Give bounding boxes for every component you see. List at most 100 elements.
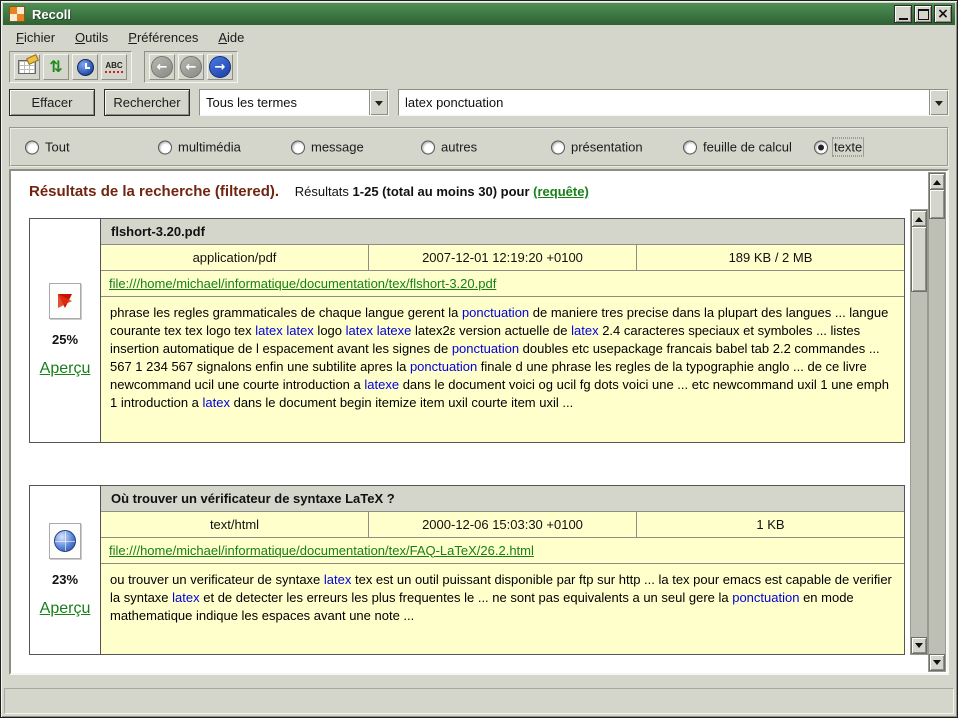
- search-button[interactable]: Rechercher: [104, 89, 190, 116]
- result-item-2: 23% Aperçu Où trouver un vérificateur de…: [29, 485, 905, 656]
- radio-circle: [158, 140, 172, 154]
- query-combo[interactable]: [398, 89, 949, 116]
- search-mode-select[interactable]: Tous les termes: [199, 89, 389, 116]
- recoll-window: Recoll × Fichier Outils Préférences Aide…: [0, 0, 958, 718]
- down-arrow-icon: [915, 643, 923, 652]
- clear-button[interactable]: Effacer: [9, 89, 95, 116]
- menubar: Fichier Outils Préférences Aide: [7, 28, 253, 48]
- next-page-icon: →: [209, 56, 231, 78]
- preview-link[interactable]: Aperçu: [40, 600, 91, 618]
- result-size: 1 KB: [637, 512, 904, 537]
- status-bar: [4, 688, 954, 714]
- relevance-percent: 23%: [52, 572, 78, 587]
- result-date: 2007-12-01 12:19:20 +0100: [369, 245, 637, 270]
- radio-circle: [814, 140, 828, 154]
- radio-circle: [683, 140, 697, 154]
- result-size: 189 KB / 2 MB: [637, 245, 904, 270]
- filter-frame: Tout multimédia message autres présentat…: [9, 127, 949, 167]
- close-button[interactable]: ×: [934, 5, 952, 23]
- scrollbar-thumb[interactable]: [929, 189, 945, 219]
- up-arrow-icon: [915, 213, 923, 222]
- result-meta-row: application/pdf 2007-12-01 12:19:20 +010…: [101, 245, 904, 271]
- result-url-row: file:///home/michael/informatique/docume…: [101, 271, 904, 297]
- radio-circle: [291, 140, 305, 154]
- filter-radio-feuille-de-calcul[interactable]: feuille de calcul: [683, 140, 792, 155]
- query-link[interactable]: (requête): [533, 184, 589, 199]
- up-arrow-icon: [933, 176, 941, 185]
- radio-circle: [25, 140, 39, 154]
- inner-scrollbar[interactable]: [910, 209, 928, 655]
- sort-dates-icon: ⇅: [49, 59, 62, 75]
- html-globe-icon: [49, 523, 81, 559]
- scroll-up-button[interactable]: [929, 173, 945, 190]
- result-title: Où trouver un vérificateur de syntaxe La…: [101, 486, 904, 512]
- prev-page-button[interactable]: ←: [178, 54, 204, 80]
- result-item-1: 25% Aperçu flshort-3.20.pdf application/…: [29, 218, 905, 443]
- filter-radio-texte[interactable]: texte: [814, 140, 862, 155]
- filter-radio-message[interactable]: message: [291, 140, 364, 155]
- result-url-row: file:///home/michael/informatique/docume…: [101, 538, 904, 564]
- query-history-dropdown-icon[interactable]: [929, 90, 948, 115]
- mode-dropdown-arrow-icon[interactable]: [369, 90, 388, 115]
- filter-radio-multimedia[interactable]: multimédia: [158, 140, 241, 155]
- titlebar[interactable]: Recoll ×: [3, 3, 955, 25]
- next-page-button[interactable]: →: [207, 54, 233, 80]
- window-title: Recoll: [32, 7, 892, 22]
- close-icon: ×: [937, 7, 949, 21]
- radio-circle: [551, 140, 565, 154]
- prev-page-icon: ←: [180, 56, 202, 78]
- down-arrow-icon: [933, 660, 941, 669]
- sort-by-dates-desc-button[interactable]: [72, 54, 98, 80]
- result-title: flshort-3.20.pdf: [101, 219, 904, 245]
- radio-circle: [421, 140, 435, 154]
- scroll-down-button[interactable]: [911, 637, 927, 654]
- clear-search-button[interactable]: [14, 54, 40, 80]
- result-url-link[interactable]: file:///home/michael/informatique/docume…: [109, 543, 534, 558]
- preview-link[interactable]: Aperçu: [40, 360, 91, 378]
- toolbar: ⇅ ABC ← ← →: [9, 51, 238, 83]
- scroll-down-button[interactable]: [929, 654, 945, 671]
- result-snippet: phrase les regles grammaticales de chaqu…: [101, 297, 904, 442]
- spellcheck-abc-icon: ABC: [105, 61, 122, 73]
- search-input[interactable]: [399, 90, 929, 115]
- result-1-table: flshort-3.20.pdf application/pdf 2007-12…: [101, 218, 905, 443]
- results-title: Résultats de la recherche (filtered).: [29, 183, 279, 200]
- relevance-percent: 25%: [52, 332, 78, 347]
- result-snippet: ou trouver un verificateur de syntaxe la…: [101, 564, 904, 655]
- scrollbar-thumb[interactable]: [911, 226, 927, 292]
- search-mode-value: Tous les termes: [200, 90, 369, 115]
- menu-outils[interactable]: Outils: [66, 28, 117, 48]
- first-page-icon: ←: [151, 56, 173, 78]
- results-summary-prefix: Résultats: [295, 184, 349, 199]
- maximize-button[interactable]: [914, 5, 932, 23]
- sort-by-dates-button[interactable]: ⇅: [43, 54, 69, 80]
- result-mime: application/pdf: [101, 245, 369, 270]
- results-area: Résultats de la recherche (filtered). Ré…: [9, 169, 949, 675]
- first-page-button[interactable]: ←: [149, 54, 175, 80]
- result-1-side: 25% Aperçu: [29, 218, 101, 443]
- term-explorer-button[interactable]: ABC: [101, 54, 127, 80]
- menu-aide[interactable]: Aide: [209, 28, 253, 48]
- filter-radio-presentation[interactable]: présentation: [551, 140, 643, 155]
- main-tool-group: ⇅ ABC: [9, 51, 132, 83]
- maximize-icon: [918, 9, 929, 20]
- minimize-icon: [899, 18, 908, 20]
- clock-icon: [77, 59, 94, 76]
- results-header: Résultats de la recherche (filtered). Ré…: [29, 183, 911, 200]
- search-row: Effacer Rechercher Tous les termes: [9, 89, 949, 116]
- clear-search-icon: [18, 60, 36, 74]
- menu-preferences[interactable]: Préférences: [119, 28, 207, 48]
- result-meta-row: text/html 2000-12-06 15:03:30 +0100 1 KB: [101, 512, 904, 538]
- menu-fichier[interactable]: Fichier: [7, 28, 64, 48]
- outer-scrollbar[interactable]: [928, 172, 946, 672]
- result-2-table: Où trouver un vérificateur de syntaxe La…: [101, 485, 905, 656]
- app-icon: [9, 6, 25, 22]
- scroll-up-button[interactable]: [911, 210, 927, 227]
- pdf-icon: [49, 283, 81, 319]
- result-url-link[interactable]: file:///home/michael/informatique/docume…: [109, 276, 496, 291]
- filter-radio-autres[interactable]: autres: [421, 140, 477, 155]
- minimize-button[interactable]: [894, 5, 912, 23]
- nav-tool-group: ← ← →: [144, 51, 238, 83]
- filter-radio-tout[interactable]: Tout: [25, 140, 70, 155]
- results-summary-range: 1-25 (total au moins 30) pour: [353, 184, 530, 199]
